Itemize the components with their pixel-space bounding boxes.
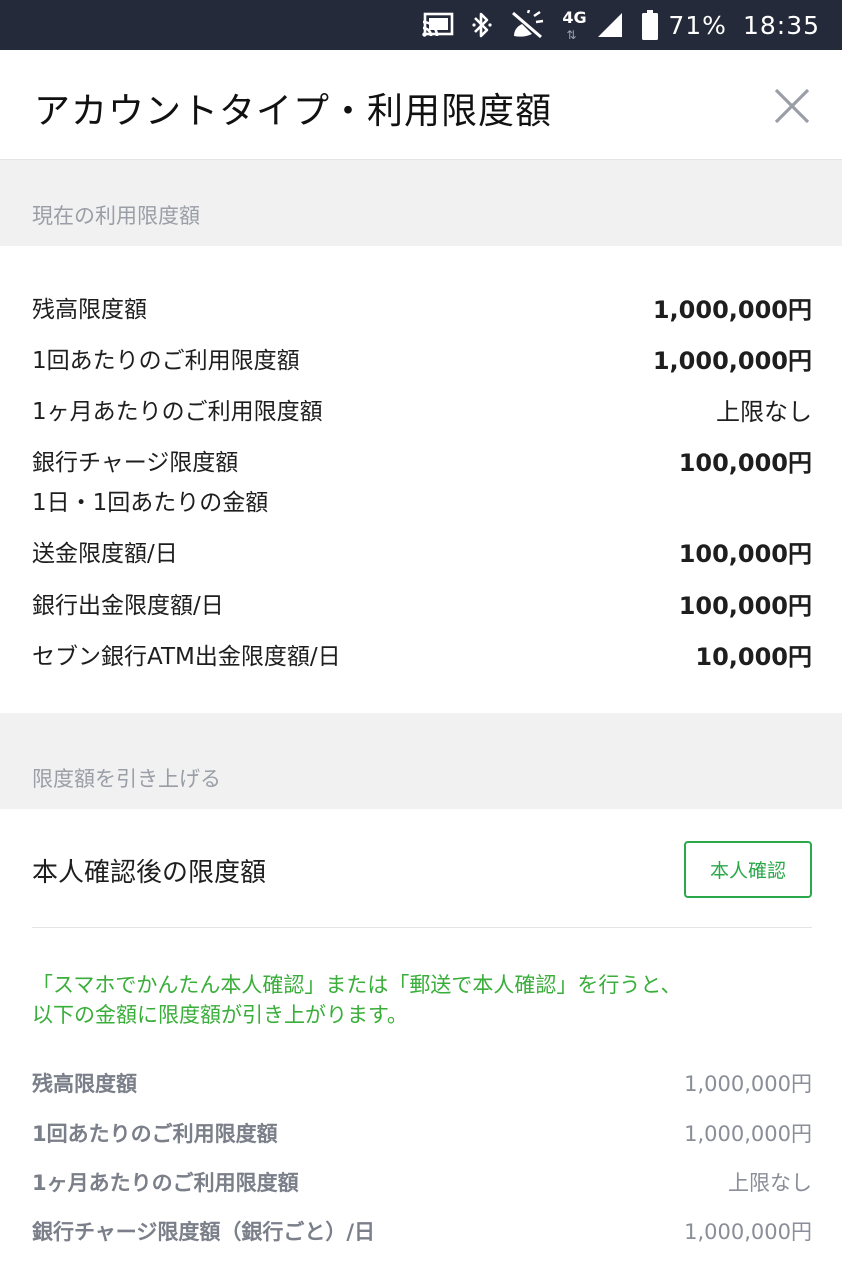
limit-value: 10,000円 (695, 643, 812, 671)
limit-value: 100,000円 (678, 592, 812, 620)
section-header-current-limits: 現在の利用限度額 (0, 160, 842, 246)
verified-limits-title: 本人確認後の限度額 (32, 858, 267, 888)
verification-notice: 「スマホでかんたん本人確認」または「郵送で本人確認」を行うと、 以下の金額に限度… (32, 973, 682, 1027)
limit-label: 送金限度額/日 (32, 541, 178, 567)
limit-value: 1,000,000円 (684, 1122, 812, 1146)
battery-percent: 71% (668, 10, 727, 40)
section-title: 限度額を引き上げる (32, 767, 221, 791)
limit-value: 1,000,000円 (684, 1220, 812, 1244)
identity-verification-button[interactable]: 本人確認 (684, 841, 812, 898)
limit-label: 1ヶ月あたりのご利用限度額 (32, 1171, 299, 1195)
page-title: アカウントタイプ・利用限度額 (34, 91, 553, 132)
cast-icon (422, 12, 454, 38)
bluetooth-icon (472, 10, 492, 40)
limit-label: 1回あたりのご利用限度額 (32, 348, 300, 374)
limit-value: 1,000,000円 (684, 1072, 812, 1096)
limit-label: 1ヶ月あたりのご利用限度額 (32, 399, 323, 425)
limit-value: 100,000円 (678, 540, 812, 568)
section-title: 現在の利用限度額 (32, 204, 200, 228)
limit-label: 銀行チャージ限度額 (32, 450, 239, 476)
limit-label: 銀行出金限度額/日 (32, 593, 224, 619)
limit-label: 残高限度額 (32, 1072, 137, 1096)
battery-icon (642, 10, 659, 40)
header: アカウントタイプ・利用限度額 (0, 50, 842, 160)
status-bar: 4G ⇅ 71% 18:35 (0, 0, 842, 50)
limit-value: 1,000,000円 (652, 347, 812, 375)
section-header-raise-limits: 限度額を引き上げる (0, 713, 842, 809)
limit-label: 1回あたりのご利用限度額 (32, 1122, 278, 1146)
limit-value: 100,000円 (678, 449, 812, 477)
limit-value: 1,000,000円 (652, 296, 812, 324)
limit-label: セブン銀行ATM出金限度額/日 (32, 644, 341, 670)
divider (32, 927, 812, 928)
limit-value: 上限なし (728, 1171, 812, 1195)
close-button[interactable] (772, 86, 812, 126)
network-4g-icon: 4G ⇅ (562, 8, 587, 42)
limit-sublabel: 1日・1回あたりの金額 (32, 490, 269, 516)
vibrate-off-icon (510, 10, 544, 40)
limit-value: 上限なし (716, 398, 812, 426)
signal-icon (596, 11, 624, 39)
clock-time: 18:35 (742, 10, 820, 40)
limit-label: 残高限度額 (32, 297, 147, 323)
close-icon (774, 88, 810, 124)
limit-label: 銀行チャージ限度額（銀行ごと）/日 (32, 1220, 376, 1244)
